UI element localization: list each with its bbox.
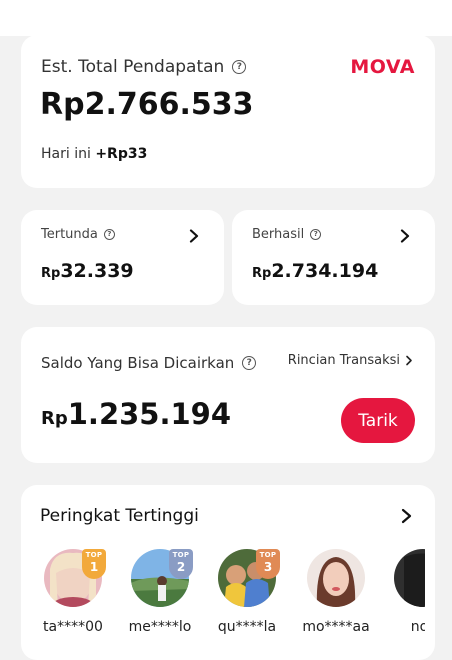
chevron-right-icon[interactable] <box>184 226 204 246</box>
estimated-earnings-card: Est. Total Pendapatan ? MOVA Rp2.766.533… <box>21 35 435 188</box>
withdrawable-label: Saldo Yang Bisa Dicairkan <box>41 354 235 372</box>
avatar <box>307 549 365 607</box>
pending-header: Tertunda ? <box>41 227 115 242</box>
transaction-details-link[interactable]: Rincian Transaksi <box>288 353 413 368</box>
withdrawable-value: 1.235.194 <box>67 397 232 431</box>
question-circle-icon[interactable]: ? <box>310 229 322 240</box>
ranking-item[interactable]: mo****aa <box>291 549 381 649</box>
withdrawable-balance-card: Saldo Yang Bisa Dicairkan ? Rincian Tran… <box>21 327 435 463</box>
pending-label: Tertunda <box>41 227 98 242</box>
estimated-earnings-label: Est. Total Pendapatan <box>41 57 225 77</box>
today-label: Hari ini <box>41 146 91 162</box>
estimated-earnings-amount: Rp2.766.533 <box>40 87 254 122</box>
currency-symbol: Rp <box>40 87 85 122</box>
ranking-username: ta****00 <box>43 619 103 635</box>
question-circle-icon[interactable]: ? <box>232 60 247 74</box>
withdrawable-header: Saldo Yang Bisa Dicairkan ? <box>41 354 257 372</box>
question-circle-icon[interactable]: ? <box>242 356 257 370</box>
pending-card[interactable]: Tertunda ? Rp32.339 <box>21 210 224 305</box>
rank-badge-top: TOP <box>172 551 190 559</box>
avatar <box>394 549 425 607</box>
currency-symbol: Rp <box>252 266 272 281</box>
today-earnings: Hari ini +Rp33 <box>41 146 147 162</box>
ranking-item[interactable]: TOP 2 me****lo <box>115 549 205 649</box>
ranking-username: me****lo <box>128 619 192 635</box>
top-ranking-card: Peringkat Tertinggi TOP 1 ta****00 TOP 2… <box>21 485 435 660</box>
ranking-item[interactable]: TOP 3 qu****la <box>202 549 292 649</box>
rank-badge-top: TOP <box>85 551 103 559</box>
chevron-right-icon[interactable] <box>396 506 416 526</box>
ranking-item[interactable]: TOP 1 ta****00 <box>28 549 118 649</box>
rank-number: 1 <box>89 560 99 574</box>
success-label: Berhasil <box>252 227 305 242</box>
estimated-earnings-header: Est. Total Pendapatan ? <box>41 57 247 77</box>
today-value: +Rp33 <box>95 146 148 162</box>
success-amount: Rp2.734.194 <box>252 260 378 282</box>
success-value: 2.734.194 <box>271 260 379 282</box>
success-header: Berhasil ? <box>252 227 322 242</box>
rank-badge-top: TOP <box>259 551 277 559</box>
rank-number: 2 <box>176 560 186 574</box>
currency-symbol: Rp <box>41 408 68 429</box>
chevron-right-icon[interactable] <box>395 226 415 246</box>
ranking-item[interactable]: no* <box>378 549 425 649</box>
withdraw-button[interactable]: Tarik <box>341 398 415 443</box>
question-circle-icon[interactable]: ? <box>103 229 115 240</box>
pending-amount: Rp32.339 <box>41 260 134 282</box>
currency-symbol: Rp <box>41 266 61 281</box>
transaction-details-label: Rincian Transaksi <box>287 353 400 368</box>
rank-badge: TOP 2 <box>169 549 193 579</box>
pending-value: 32.339 <box>60 260 134 282</box>
withdrawable-amount: Rp1.235.194 <box>41 397 231 431</box>
rank-badge: TOP 1 <box>82 549 106 579</box>
brand-logo: MOVA <box>350 56 415 78</box>
ranking-username: mo****aa <box>302 619 370 635</box>
ranking-title: Peringkat Tertinggi <box>40 506 199 526</box>
ranking-list: TOP 1 ta****00 TOP 2 me****lo TOP 3 qu**… <box>21 549 425 649</box>
success-card[interactable]: Berhasil ? Rp2.734.194 <box>232 210 435 305</box>
ranking-username: no* <box>410 619 425 635</box>
ranking-username: qu****la <box>217 619 277 635</box>
rank-number: 3 <box>263 560 273 574</box>
chevron-right-icon <box>406 355 412 366</box>
earnings-value: 2.766.533 <box>84 87 254 122</box>
top-bar <box>0 0 452 36</box>
rank-badge: TOP 3 <box>256 549 280 579</box>
